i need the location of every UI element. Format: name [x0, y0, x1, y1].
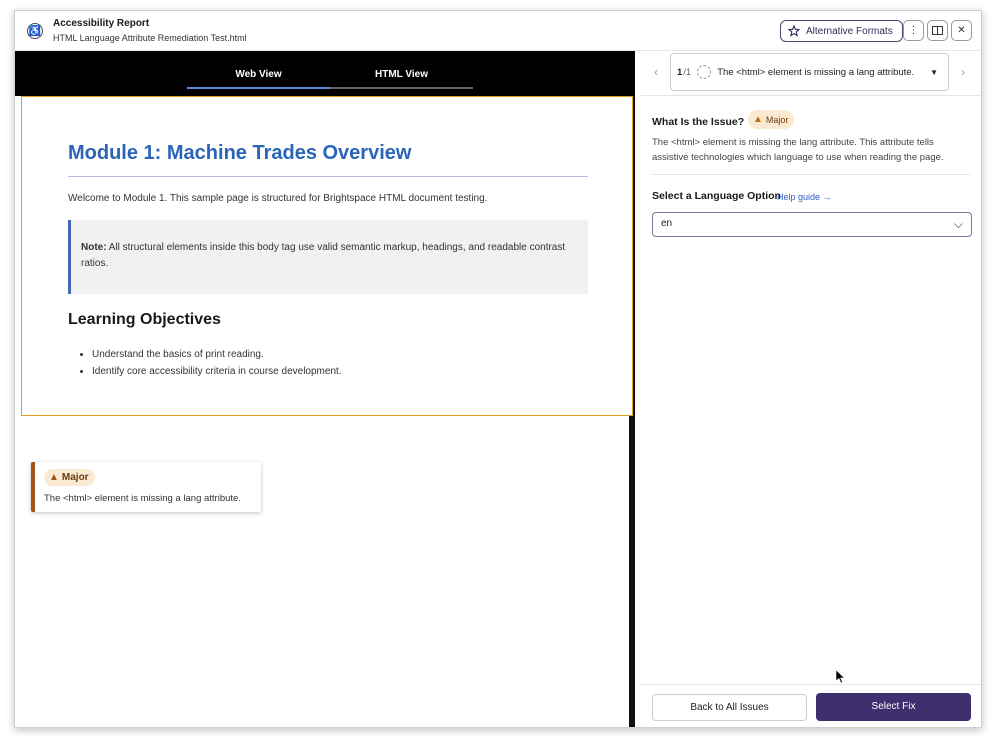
note-label: Note:	[81, 242, 107, 253]
tab-html-view[interactable]: HTML View	[330, 63, 473, 89]
heading-divider	[68, 176, 588, 177]
issue-selector-title: The <html> element is missing a lang att…	[717, 66, 915, 78]
header: ♿ Accessibility Report HTML Language Att…	[15, 11, 981, 51]
chevron-right-icon: ›	[961, 65, 965, 79]
alternative-formats-label: Alternative Formats	[806, 25, 893, 37]
previous-issue-button[interactable]: ‹	[654, 65, 658, 79]
star-badge-icon	[788, 25, 800, 37]
issue-panel: ‹ 1/1 The <html> element is missing a la…	[641, 51, 981, 727]
document-preview: Module 1: Machine Trades Overview Welcom…	[21, 96, 633, 416]
issue-card[interactable]: ▲ Major The <html> element is missing a …	[31, 462, 261, 512]
tab-web-view[interactable]: Web View	[187, 63, 330, 89]
accessibility-icon: ♿	[27, 23, 43, 39]
view-tab-bar: Web View HTML View	[15, 51, 635, 96]
issue-description: The <html> element is missing the lang a…	[652, 137, 944, 163]
severity-pill-label: Major	[765, 114, 789, 125]
welcome-text: Welcome to Module 1. This sample page is…	[68, 193, 488, 204]
more-options-button[interactable]: ⋮	[903, 20, 924, 41]
module-heading: Module 1: Machine Trades Overview	[68, 142, 412, 164]
app-title: Accessibility Report	[53, 18, 150, 29]
objectives-list: Understand the basics of print reading. …	[92, 347, 342, 380]
note-text: All structural elements inside this body…	[81, 242, 566, 269]
status-circle-icon	[697, 65, 712, 79]
chevron-left-icon: ‹	[654, 65, 658, 79]
objectives-heading: Learning Objectives	[68, 311, 221, 328]
warning-icon: ▲	[49, 472, 59, 483]
report-window: ♿ Accessibility Report HTML Language Att…	[14, 10, 982, 728]
alternative-formats-button[interactable]: Alternative Formats	[780, 20, 903, 42]
chevron-down-icon: ⌵	[953, 217, 963, 231]
note-box: Note: All structural elements inside thi…	[68, 220, 588, 294]
preview-pane: Web View HTML View Module 1: Machine Tra…	[15, 51, 635, 727]
caret-down-icon: ▼	[930, 67, 938, 77]
major-badge: ▲ Major	[44, 469, 95, 486]
help-guide-link[interactable]: Help guide →	[777, 192, 832, 202]
action-bar: Back to All Issues Select Fix	[641, 684, 981, 727]
warning-icon: ▲	[753, 114, 763, 125]
layout-toggle-button[interactable]	[927, 20, 948, 41]
language-select[interactable]: en ⌵	[652, 212, 972, 237]
section-divider	[652, 174, 970, 175]
issue-total: /1	[683, 66, 692, 78]
mouse-cursor-icon	[836, 670, 846, 684]
back-to-all-issues-button[interactable]: Back to All Issues	[652, 694, 807, 721]
issue-selector[interactable]: 1/1 The <html> element is missing a lang…	[670, 53, 949, 91]
issue-counter: 1	[677, 66, 683, 78]
issue-card-text: The <html> element is missing a lang att…	[44, 493, 241, 504]
list-item: Identify core accessibility criteria in …	[92, 364, 342, 381]
close-button[interactable]: ✕	[951, 20, 972, 41]
panel-layout-icon	[932, 26, 943, 35]
language-select-value: en	[661, 218, 673, 229]
issue-navigation: ‹ 1/1 The <html> element is missing a la…	[641, 51, 981, 96]
language-option-label: Select a Language Option	[652, 190, 781, 202]
severity-label: Major	[61, 472, 89, 483]
close-icon: ✕	[957, 25, 966, 36]
severity-pill: ▲ Major	[748, 110, 795, 129]
file-name: HTML Language Attribute Remediation Test…	[53, 33, 247, 43]
select-fix-button[interactable]: Select Fix	[816, 693, 971, 721]
list-item: Understand the basics of print reading.	[92, 347, 342, 364]
next-issue-button[interactable]: ›	[961, 65, 965, 79]
issue-question: What Is the Issue?	[652, 116, 745, 128]
kebab-icon: ⋮	[908, 25, 919, 36]
